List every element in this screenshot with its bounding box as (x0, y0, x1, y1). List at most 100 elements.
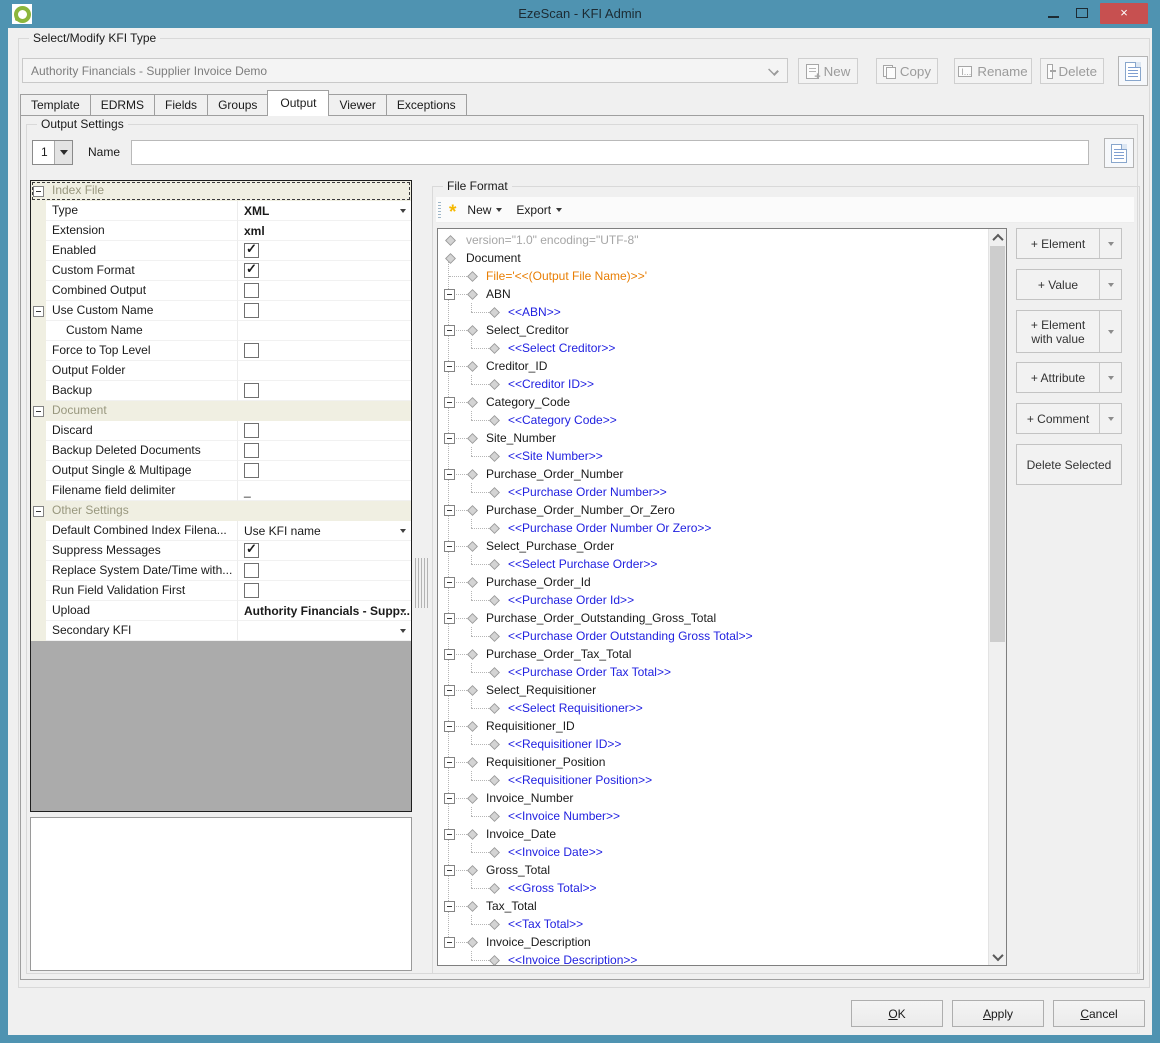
tree-node[interactable]: <<Invoice Date>> (438, 843, 989, 861)
dropdown-arrow-icon[interactable] (400, 209, 406, 213)
tree-node[interactable]: <<ABN>> (438, 303, 989, 321)
tree-node[interactable]: <<Purchase Order Number Or Zero>> (438, 519, 989, 537)
grid-property-value[interactable] (238, 361, 411, 381)
tree-collapse-minus-icon[interactable] (444, 829, 455, 840)
checkbox-unchecked-icon[interactable] (244, 463, 259, 478)
tree-node[interactable]: Purchase_Order_Id (438, 573, 989, 591)
new-button[interactable]: New (798, 58, 858, 84)
tab-edrms[interactable]: EDRMS (90, 94, 155, 116)
delete-selected-button[interactable]: Delete Selected (1016, 444, 1122, 485)
tree-node[interactable]: Creditor_ID (438, 357, 989, 375)
tree-node[interactable]: <<Select Requisitioner>> (438, 699, 989, 717)
tree-node[interactable]: <<Creditor ID>> (438, 375, 989, 393)
grid-property-value[interactable] (238, 341, 411, 361)
tree-node[interactable]: <<Site Number>> (438, 447, 989, 465)
grid-section-row[interactable]: Document (31, 401, 411, 421)
grid-property-value[interactable] (238, 621, 411, 641)
tab-exceptions[interactable]: Exceptions (386, 94, 467, 116)
tree-node[interactable]: <<Select Purchase Order>> (438, 555, 989, 573)
delete-button[interactable]: Delete (1040, 58, 1104, 84)
grid-property-row[interactable]: Use Custom Name (31, 301, 411, 321)
checkbox-unchecked-icon[interactable] (244, 283, 259, 298)
tree-scrollbar[interactable] (988, 229, 1006, 965)
grid-property-row[interactable]: Force to Top Level (31, 341, 411, 361)
grid-property-row[interactable]: Custom Format (31, 261, 411, 281)
tree-node[interactable]: Purchase_Order_Number (438, 465, 989, 483)
tree-collapse-minus-icon[interactable] (444, 793, 455, 804)
grid-section-row[interactable]: Index File (31, 181, 411, 201)
close-icon[interactable]: × (1100, 3, 1148, 24)
tree-collapse-minus-icon[interactable] (444, 289, 455, 300)
tree-node[interactable]: Purchase_Order_Tax_Total (438, 645, 989, 663)
ok-button[interactable]: OK (851, 1000, 943, 1027)
tree-node[interactable]: Category_Code (438, 393, 989, 411)
maximize-icon[interactable] (1076, 8, 1088, 18)
minimize-icon[interactable] (1048, 16, 1059, 18)
tree-node[interactable]: <<Requisitioner Position>> (438, 771, 989, 789)
grid-property-value[interactable] (238, 321, 411, 341)
grid-property-value[interactable]: xml (238, 221, 411, 241)
tree-node[interactable]: Purchase_Order_Outstanding_Gross_Total (438, 609, 989, 627)
tree-collapse-minus-icon[interactable] (444, 685, 455, 696)
add-element-button[interactable]: + Element (1016, 228, 1122, 259)
cancel-button[interactable]: Cancel (1053, 1000, 1145, 1027)
tab-template[interactable]: Template (20, 94, 91, 116)
tree-node[interactable]: Select_Requisitioner (438, 681, 989, 699)
grid-property-value[interactable]: Authority Financials - Supp... (238, 601, 411, 621)
grid-property-row[interactable]: TypeXML (31, 201, 411, 221)
checkbox-unchecked-icon[interactable] (244, 583, 259, 598)
report-button[interactable] (1118, 56, 1148, 86)
name-report-button[interactable] (1104, 138, 1134, 168)
tree-collapse-minus-icon[interactable] (444, 361, 455, 372)
grid-property-row[interactable]: Custom Name (31, 321, 411, 341)
checkbox-checked-icon[interactable] (244, 243, 259, 258)
checkbox-unchecked-icon[interactable] (244, 443, 259, 458)
grid-property-row[interactable]: Output Single & Multipage (31, 461, 411, 481)
add-attribute-dropdown[interactable] (1099, 363, 1121, 392)
tree-node[interactable]: <<Purchase Order Id>> (438, 591, 989, 609)
scroll-up-icon[interactable] (989, 229, 1006, 246)
grid-property-value[interactable] (238, 541, 411, 561)
tree-collapse-minus-icon[interactable] (444, 649, 455, 660)
tree-collapse-minus-icon[interactable] (444, 721, 455, 732)
collapse-minus-icon[interactable] (33, 506, 44, 517)
dropdown-arrow-icon[interactable] (400, 609, 406, 613)
dropdown-arrow-icon[interactable] (400, 629, 406, 633)
scrollbar-thumb[interactable] (990, 246, 1005, 642)
output-index-dropdown-button[interactable] (54, 141, 72, 164)
tree-node[interactable]: <<Purchase Order Tax Total>> (438, 663, 989, 681)
checkbox-unchecked-icon[interactable] (244, 563, 259, 578)
grid-property-row[interactable]: UploadAuthority Financials - Supp... (31, 601, 411, 621)
dropdown-arrow-icon[interactable] (400, 529, 406, 533)
tree-node[interactable]: Requisitioner_Position (438, 753, 989, 771)
tree-collapse-minus-icon[interactable] (444, 505, 455, 516)
add-value-dropdown[interactable] (1099, 270, 1121, 299)
tree-collapse-minus-icon[interactable] (444, 325, 455, 336)
tree-node[interactable]: <<Select Creditor>> (438, 339, 989, 357)
grid-property-value[interactable] (238, 561, 411, 581)
checkbox-checked-icon[interactable] (244, 543, 259, 558)
grid-property-value[interactable] (238, 461, 411, 481)
checkbox-unchecked-icon[interactable] (244, 303, 259, 318)
grid-property-value[interactable] (238, 241, 411, 261)
tab-groups[interactable]: Groups (207, 94, 268, 116)
grid-property-value[interactable] (238, 281, 411, 301)
scroll-down-icon[interactable] (989, 948, 1006, 965)
rename-button[interactable]: I... Rename (954, 58, 1032, 84)
tree-node[interactable]: Select_Creditor (438, 321, 989, 339)
toolbar-new-button[interactable]: New (460, 199, 509, 221)
tree-collapse-minus-icon[interactable] (444, 613, 455, 624)
tree-node[interactable]: <<Tax Total>> (438, 915, 989, 933)
checkbox-checked-icon[interactable] (244, 263, 259, 278)
tree-collapse-minus-icon[interactable] (444, 397, 455, 408)
grid-property-value[interactable]: Use KFI name (238, 521, 411, 541)
tree-collapse-minus-icon[interactable] (444, 901, 455, 912)
add-element-with-value-dropdown[interactable] (1099, 311, 1121, 352)
add-comment-dropdown[interactable] (1099, 404, 1121, 433)
grid-property-value[interactable] (238, 441, 411, 461)
tree-node[interactable]: <<Requisitioner ID>> (438, 735, 989, 753)
grid-property-value[interactable] (238, 261, 411, 281)
checkbox-unchecked-icon[interactable] (244, 343, 259, 358)
tree-node[interactable]: Tax_Total (438, 897, 989, 915)
tree-node[interactable]: <<Invoice Description>> (438, 951, 989, 966)
